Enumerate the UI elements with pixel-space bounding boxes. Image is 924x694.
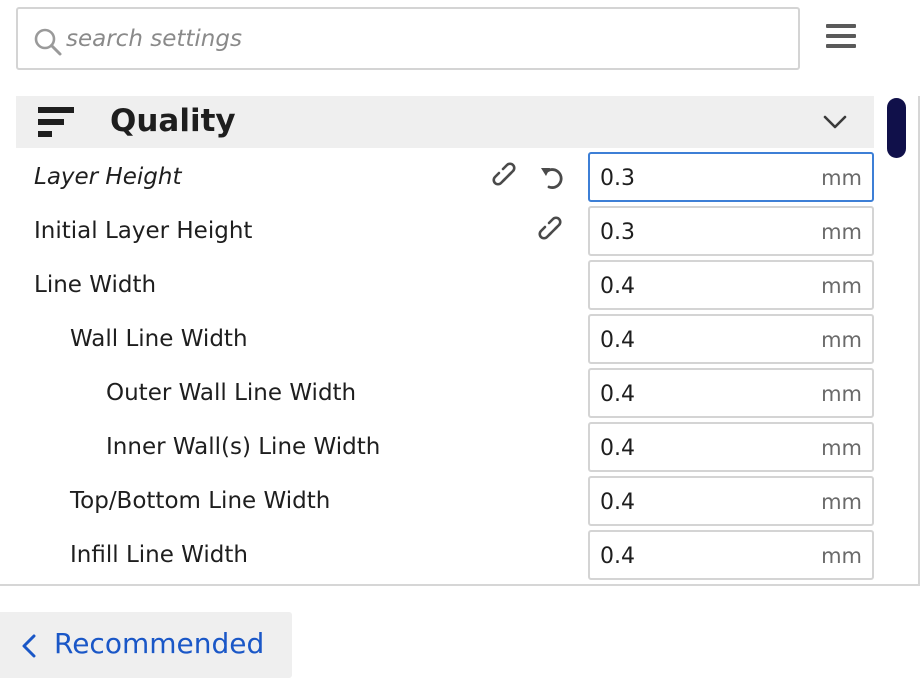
search-bar — [16, 7, 800, 70]
setting-label: Inner Wall(s) Line Width — [106, 434, 381, 460]
reset-icon[interactable] — [538, 162, 568, 192]
setting-row: Infill Line Width mm — [16, 528, 876, 582]
setting-row: Line Width mm — [16, 258, 876, 312]
hamburger-menu-icon — [826, 24, 856, 28]
setting-value-input[interactable] — [600, 216, 800, 248]
chevron-left-icon — [22, 634, 36, 658]
setting-label: Layer Height — [34, 164, 182, 190]
unit-label: mm — [821, 328, 862, 352]
setting-row: Outer Wall Line Width mm — [16, 366, 876, 420]
search-input[interactable] — [66, 19, 766, 59]
setting-value-input[interactable] — [600, 486, 800, 518]
setting-value-field: mm — [588, 422, 874, 472]
setting-row: Inner Wall(s) Line Width mm — [16, 420, 876, 474]
category-header-quality[interactable]: Quality — [16, 96, 874, 148]
setting-value-input[interactable] — [600, 324, 800, 356]
recommended-button[interactable]: Recommended — [0, 612, 292, 678]
setting-row: Top/Bottom Line Width mm — [16, 474, 876, 528]
setting-row: Initial Layer Height mm — [16, 204, 876, 258]
setting-value-input[interactable] — [600, 378, 800, 410]
setting-value-input[interactable] — [600, 540, 800, 572]
search-icon — [34, 28, 62, 56]
unit-label: mm — [821, 274, 862, 298]
quality-bars-icon — [38, 107, 74, 137]
setting-value-input[interactable] — [600, 162, 800, 194]
setting-value-field: mm — [588, 206, 874, 256]
unit-label: mm — [821, 490, 862, 514]
unit-label: mm — [821, 544, 862, 568]
setting-row: Wall Line Width mm — [16, 312, 876, 366]
setting-value-input[interactable] — [600, 270, 800, 302]
unit-label: mm — [821, 382, 862, 406]
setting-value-field: mm — [588, 476, 874, 526]
scrollbar-handle[interactable] — [887, 98, 906, 158]
setting-label: Outer Wall Line Width — [106, 380, 357, 406]
unit-label: mm — [821, 166, 862, 190]
recommended-label: Recommended — [54, 627, 265, 660]
category-title: Quality — [110, 103, 236, 139]
setting-label: Initial Layer Height — [34, 218, 253, 244]
linked-setting-icon[interactable] — [492, 162, 522, 192]
setting-row: Layer Height mm — [16, 150, 876, 204]
setting-value-field: mm — [588, 368, 874, 418]
unit-label: mm — [821, 220, 862, 244]
linked-setting-icon[interactable] — [538, 216, 568, 246]
setting-label: Infill Line Width — [70, 542, 249, 568]
setting-label: Top/Bottom Line Width — [70, 488, 331, 514]
setting-value-field: mm — [588, 260, 874, 310]
setting-value-input[interactable] — [600, 432, 800, 464]
settings-panel: Quality Layer HeightmmInitial Layer Heig… — [0, 96, 920, 586]
print-settings-view: Quality Layer HeightmmInitial Layer Heig… — [0, 0, 924, 694]
setting-label: Line Width — [34, 272, 157, 298]
unit-label: mm — [821, 436, 862, 460]
setting-value-field: mm — [588, 530, 874, 580]
settings-menu-button[interactable] — [826, 24, 856, 50]
setting-value-field: mm — [588, 314, 874, 364]
chevron-down-icon[interactable] — [822, 112, 848, 132]
setting-label: Wall Line Width — [70, 326, 248, 352]
setting-value-field: mm — [588, 152, 874, 202]
